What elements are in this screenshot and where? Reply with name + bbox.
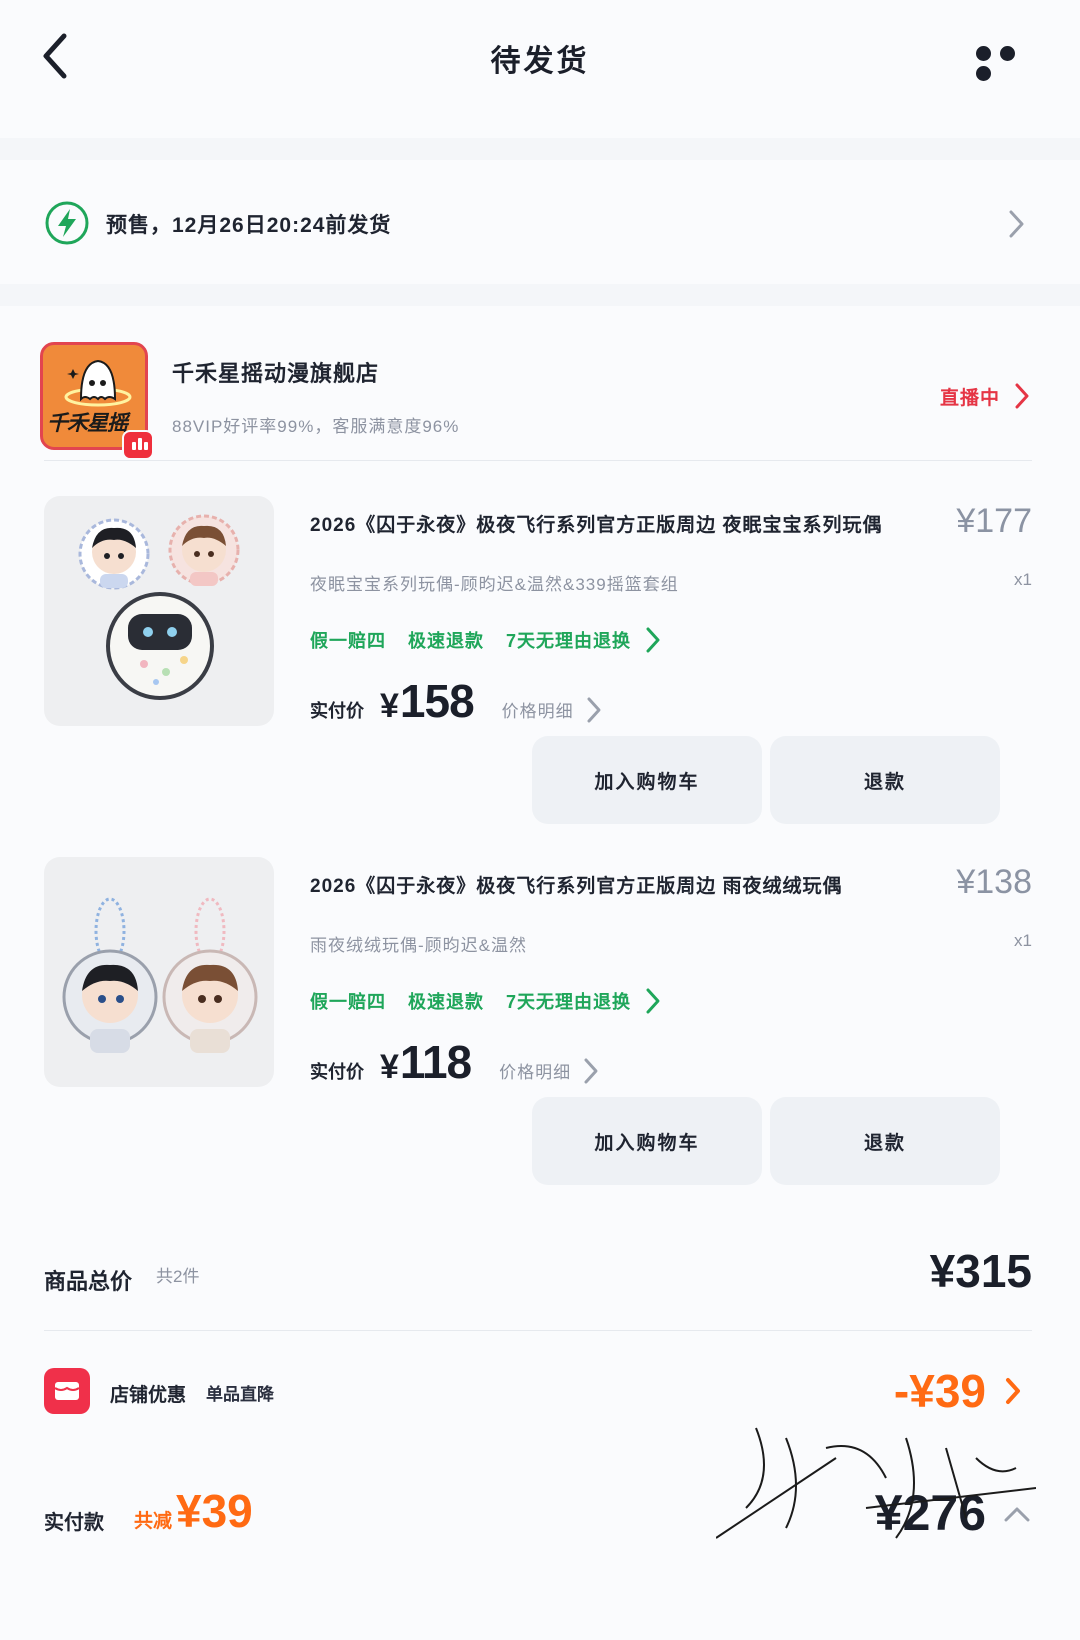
product-quantity: x1 <box>1014 570 1032 589</box>
order-card: 千禾星摇 千禾星摇动漫旗舰店 88VIP好评率99%，客服满意度96% 直播中 <box>0 306 1080 1640</box>
shop-rating: 88VIP好评率99%，客服满意度96% <box>172 417 460 436</box>
total-saving: 共减 ¥39 <box>134 1485 253 1537</box>
shop-discount-row[interactable]: 店铺优惠 单品直降 -¥39 <box>44 1364 1032 1424</box>
order-item: 2026《囚于永夜》极夜飞行系列官方正版周边 夜眠宝宝系列玩偶 ¥177 夜眠宝… <box>0 496 1080 836</box>
add-to-cart-button[interactable]: 加入购物车 <box>532 736 762 824</box>
paid-price-label: 实付价 <box>310 701 364 721</box>
refund-button[interactable]: 退款 <box>770 1097 1000 1185</box>
chevron-right-icon <box>646 988 660 1014</box>
actual-payment-value: ¥276 <box>874 1485 986 1541</box>
product-title[interactable]: 2026《囚于永夜》极夜飞行系列官方正版周边 夜眠宝宝系列玩偶 <box>310 510 910 537</box>
service-tag: 假一赔四 <box>310 631 386 651</box>
chevron-right-icon <box>646 627 660 653</box>
product-sku: 夜眠宝宝系列玩偶-顾昀迟&温然&339摇篮套组 <box>310 575 679 594</box>
shipping-text: 预售，12月26日20:24前发货 <box>106 214 392 237</box>
shipping-info-row[interactable]: 预售，12月26日20:24前发货 <box>0 160 1080 284</box>
service-tag: 7天无理由退换 <box>506 992 632 1012</box>
order-item: 2026《囚于永夜》极夜飞行系列官方正版周边 雨夜绒绒玩偶 ¥138 雨夜绒绒玩… <box>0 857 1080 1197</box>
product-quantity: x1 <box>1014 931 1032 950</box>
chevron-right-icon <box>1009 210 1024 238</box>
lightning-icon <box>45 201 89 245</box>
service-tag: 7天无理由退换 <box>506 631 632 651</box>
top-bar: 待发货 <box>0 0 1080 138</box>
live-badge-icon <box>122 430 154 460</box>
paid-price-label: 实付价 <box>310 1062 364 1082</box>
service-tags[interactable]: 假一赔四 极速退款 7天无理由退换 <box>310 626 661 654</box>
divider <box>44 460 1032 461</box>
chevron-up-icon[interactable] <box>1002 1504 1032 1524</box>
product-title[interactable]: 2026《囚于永夜》极夜飞行系列官方正版周边 雨夜绒绒玩偶 <box>310 871 910 898</box>
actual-payment-label: 实付款 <box>44 1512 104 1534</box>
service-tag: 假一赔四 <box>310 992 386 1012</box>
paid-price-row: 实付价 ¥118 价格明细 <box>310 1035 599 1089</box>
plush-keychain-image <box>62 897 258 1053</box>
product-sku: 雨夜绒绒玩偶-顾昀迟&温然 <box>310 936 527 955</box>
price-detail-link[interactable]: 价格明细 <box>502 696 602 724</box>
divider <box>44 1330 1032 1331</box>
plush-dolls-image <box>78 514 240 700</box>
shop-discount-value: -¥39 <box>894 1364 1022 1418</box>
product-image[interactable] <box>44 496 274 726</box>
actual-payment-row: 实付款 共减 ¥39 ¥276 <box>44 1484 1032 1554</box>
page-title: 待发货 <box>490 45 590 78</box>
live-now-label: 直播中 <box>939 387 1000 409</box>
chevron-right-icon <box>1006 1378 1020 1404</box>
more-options-icon[interactable] <box>976 46 1042 81</box>
add-to-cart-button[interactable]: 加入购物车 <box>532 1097 762 1185</box>
chevron-right-icon <box>587 697 601 722</box>
chevron-right-icon <box>1015 383 1029 409</box>
total-item-count: 共2件 <box>156 1267 200 1286</box>
shop-logo-text: 千禾星摇 <box>47 412 128 435</box>
chevron-right-icon <box>584 1058 598 1083</box>
discount-type: 单品直降 <box>206 1385 274 1404</box>
live-now-link[interactable]: 直播中 <box>940 382 1030 410</box>
total-price-row: 商品总价 共2件 ¥315 <box>44 1244 1032 1304</box>
service-tag: 极速退款 <box>408 992 484 1012</box>
service-tags[interactable]: 假一赔四 极速退款 7天无理由退换 <box>310 987 661 1015</box>
shop-discount-icon <box>44 1368 90 1414</box>
total-price-label: 商品总价 <box>44 1269 133 1294</box>
shop-discount-label: 店铺优惠 <box>110 1385 187 1406</box>
product-image[interactable] <box>44 857 274 1087</box>
refund-button[interactable]: 退款 <box>770 736 1000 824</box>
original-price: ¥138 <box>956 863 1032 901</box>
original-price: ¥177 <box>956 502 1032 540</box>
paid-price-value: ¥158 <box>380 675 475 727</box>
price-detail-link[interactable]: 价格明细 <box>499 1057 599 1085</box>
paid-price-value: ¥118 <box>380 1036 472 1088</box>
shop-name[interactable]: 千禾星摇动漫旗舰店 <box>172 356 379 388</box>
paid-price-row: 实付价 ¥158 价格明细 <box>310 674 602 728</box>
ghost-mascot-icon <box>64 359 132 407</box>
service-tag: 极速退款 <box>408 631 484 651</box>
total-price-value: ¥315 <box>929 1245 1032 1297</box>
